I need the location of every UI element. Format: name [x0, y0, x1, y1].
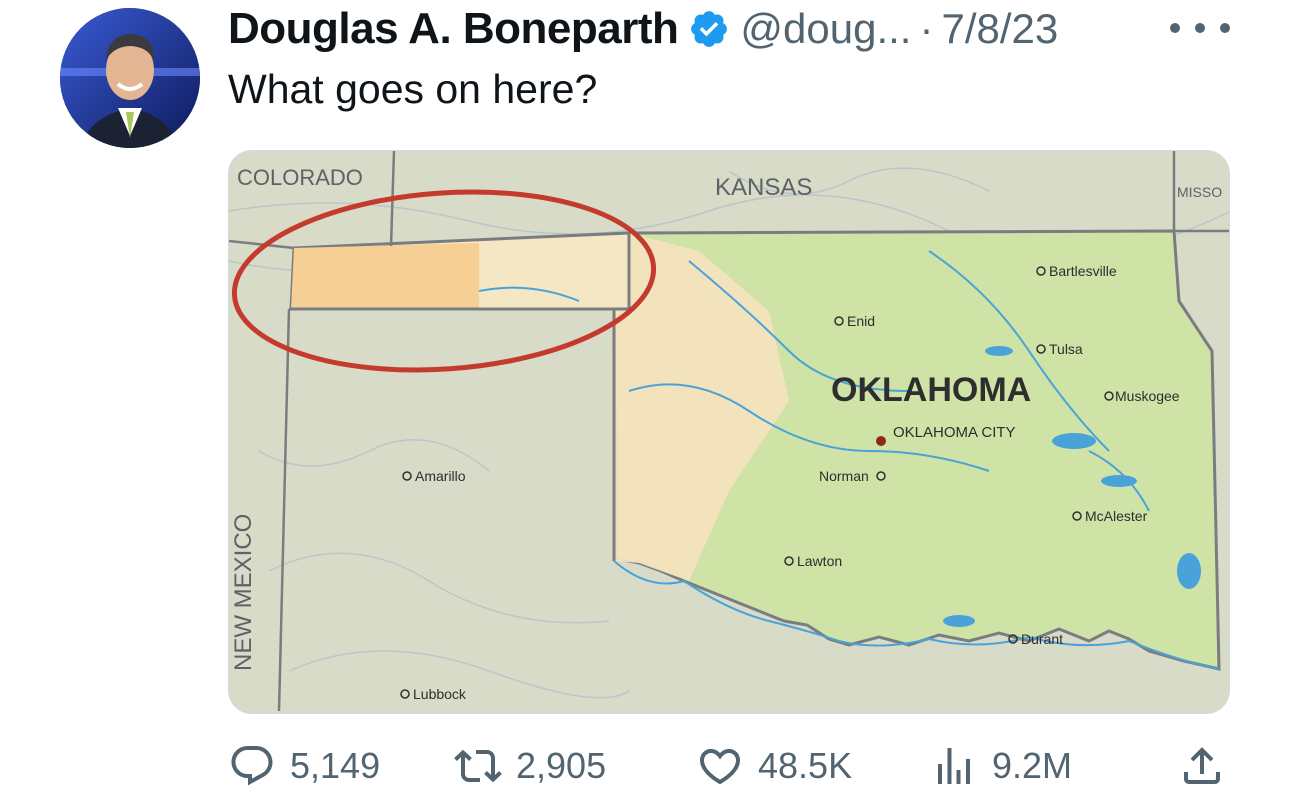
- label-lawton: Lawton: [797, 553, 842, 569]
- label-oklahoma-city: OKLAHOMA CITY: [893, 424, 1016, 441]
- views-chart-icon: [938, 748, 970, 784]
- tweet-text: What goes on here?: [228, 66, 598, 112]
- separator-dot: ·: [919, 5, 934, 52]
- label-lubbock: Lubbock: [413, 686, 467, 702]
- tweet-header: Douglas A. Boneparth @doug... · 7/8/23: [228, 4, 1058, 54]
- avatar-image: [60, 8, 200, 148]
- like-count: 48.5K: [758, 745, 853, 786]
- share-icon: [1184, 747, 1220, 784]
- heart-icon: [699, 749, 741, 785]
- label-colorado: COLORADO: [237, 165, 363, 190]
- views-count: 9.2M: [992, 745, 1073, 786]
- retweet-count: 2,905: [516, 745, 607, 786]
- label-missouri: MISSO: [1177, 184, 1222, 200]
- tweet-date[interactable]: 7/8/23: [941, 5, 1058, 53]
- label-new-mexico: NEW MEXICO: [230, 514, 257, 671]
- label-norman: Norman: [819, 468, 869, 484]
- tweet-actions: 5,149 2,905 48.5K 9.2M: [228, 736, 1230, 796]
- map-image: COLORADO KANSAS MISSO NEW MEXICO OKLAHOM…: [229, 151, 1229, 713]
- label-amarillo: Amarillo: [415, 468, 466, 484]
- reply-button[interactable]: 5,149: [228, 736, 380, 796]
- retweet-button[interactable]: 2,905: [454, 736, 606, 796]
- author-name[interactable]: Douglas A. Boneparth: [228, 4, 679, 54]
- author-handle[interactable]: @doug...: [740, 5, 911, 53]
- views-button[interactable]: 9.2M: [930, 736, 1072, 796]
- label-oklahoma: OKLAHOMA: [831, 371, 1031, 409]
- reply-count: 5,149: [290, 745, 381, 786]
- more-options-icon[interactable]: [1170, 16, 1230, 40]
- tweet-media-map[interactable]: COLORADO KANSAS MISSO NEW MEXICO OKLAHOM…: [228, 150, 1230, 714]
- label-mcalester: McAlester: [1085, 508, 1148, 524]
- author-avatar[interactable]: [60, 8, 200, 148]
- verified-badge-icon: [691, 11, 728, 47]
- retweet-icon: [454, 749, 502, 783]
- label-bartlesville: Bartlesville: [1049, 263, 1117, 279]
- label-durant: Durant: [1021, 631, 1063, 647]
- label-tulsa: Tulsa: [1049, 341, 1083, 357]
- share-button[interactable]: [1178, 736, 1240, 796]
- label-enid: Enid: [847, 313, 875, 329]
- label-muskogee: Muskogee: [1115, 388, 1180, 404]
- reply-icon: [231, 746, 273, 786]
- label-kansas: KANSAS: [715, 174, 812, 201]
- like-button[interactable]: 48.5K: [696, 736, 852, 796]
